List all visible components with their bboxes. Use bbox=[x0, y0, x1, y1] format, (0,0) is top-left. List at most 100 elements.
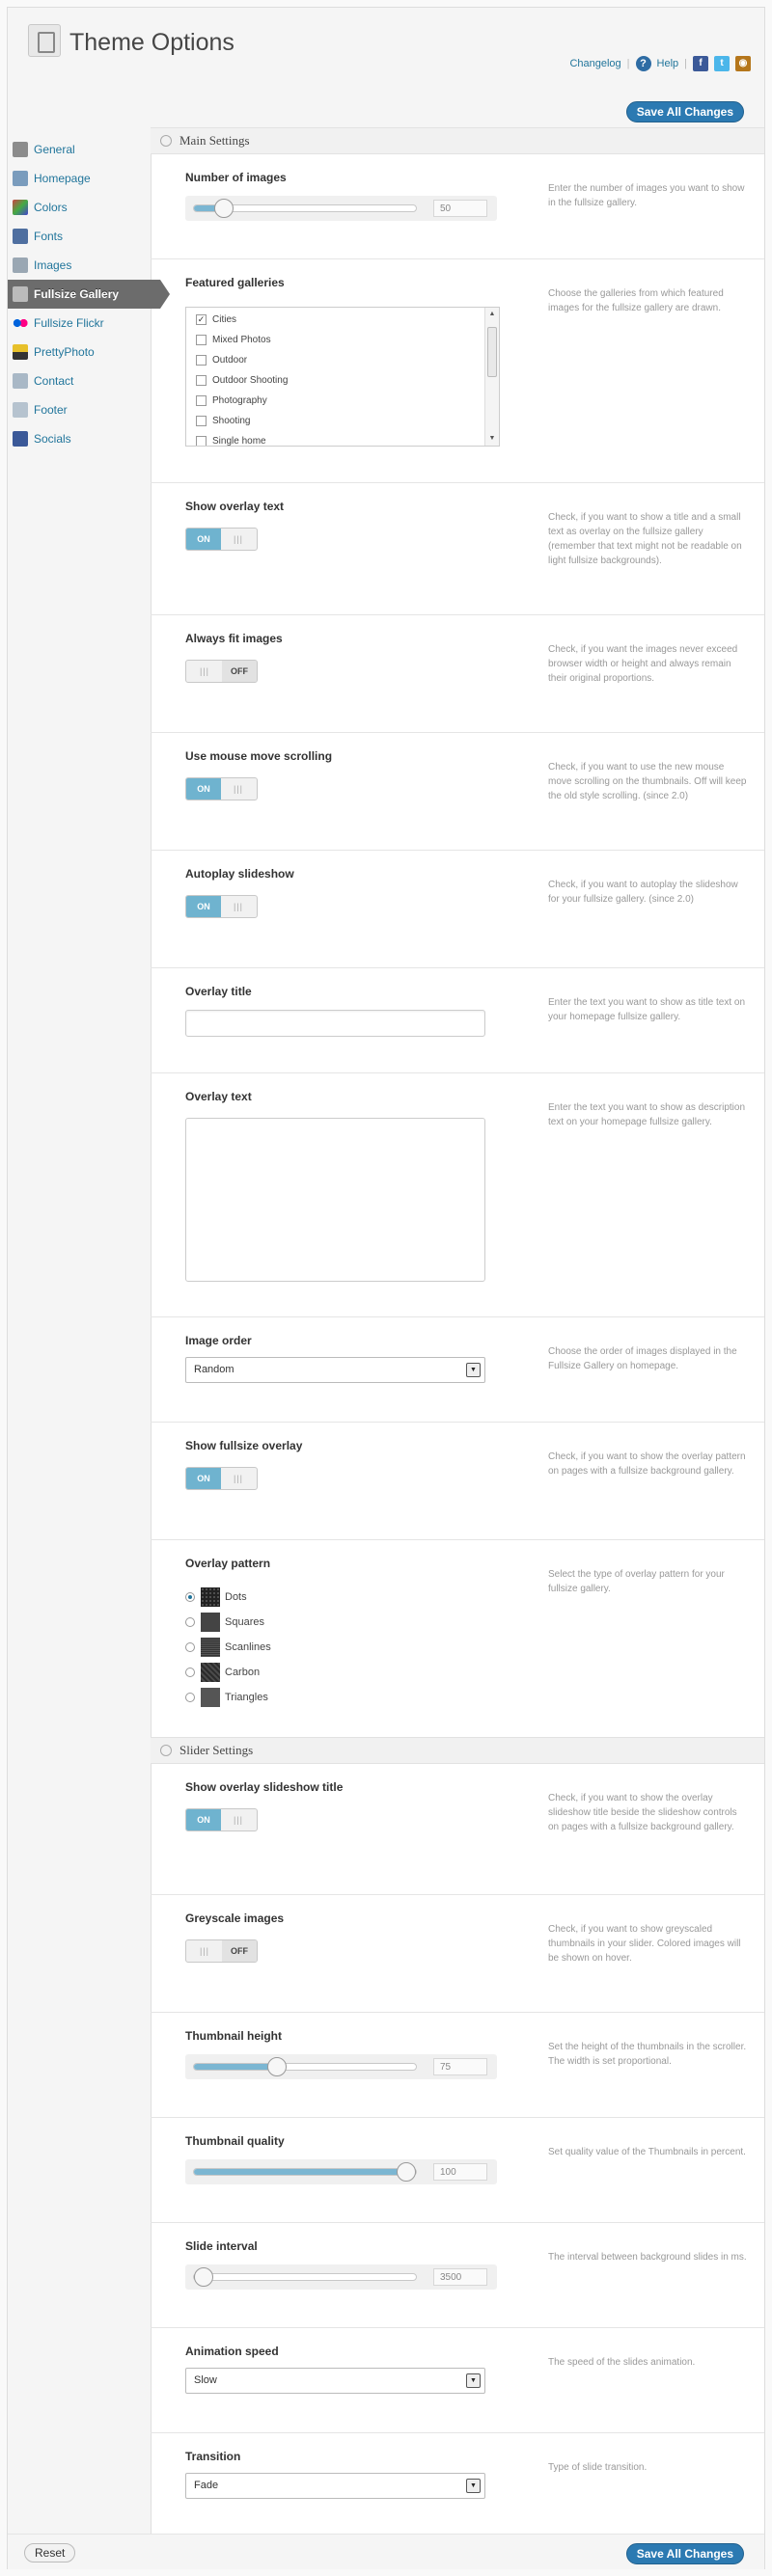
bottom-save-bar: Reset Save All Changes bbox=[8, 2534, 764, 2569]
theme-options-panel: Theme Options Changelog | ? Help | f t ◉… bbox=[7, 7, 765, 2569]
slider-value-field[interactable]: 3500 bbox=[433, 2268, 487, 2286]
sidebar-item-homepage[interactable]: Homepage bbox=[8, 164, 151, 193]
checkbox[interactable]: ✓ bbox=[196, 314, 207, 325]
gallery-checkbox-item[interactable]: ✓ Cities bbox=[186, 310, 499, 330]
gallery-checkbox-item[interactable]: Outdoor bbox=[186, 350, 499, 370]
radio-option-dots[interactable]: Dots bbox=[185, 1585, 271, 1610]
checkbox[interactable] bbox=[196, 395, 207, 406]
section-header-main-settings[interactable]: Main Settings bbox=[151, 127, 764, 154]
radio-option-squares[interactable]: Squares bbox=[185, 1610, 271, 1635]
save-all-changes-button-bottom[interactable]: Save All Changes bbox=[625, 2543, 744, 2564]
chevron-down-icon[interactable]: ▼ bbox=[466, 2373, 481, 2388]
sidebar-item-fullsize-gallery[interactable]: Fullsize Gallery bbox=[8, 280, 170, 309]
save-all-changes-button-top[interactable]: Save All Changes bbox=[625, 101, 744, 122]
featured-galleries-list[interactable]: ✓ Cities Mixed Photos Outdoor Outdoor Sho… bbox=[185, 307, 500, 447]
section-title: Slider Settings bbox=[179, 1743, 254, 1757]
gallery-checkbox-item[interactable]: Outdoor Shooting bbox=[186, 370, 499, 391]
sidebar-item-fullsize-flickr[interactable]: Fullsize Flickr bbox=[8, 309, 151, 338]
greyscale-images-toggle[interactable]: ||| OFF bbox=[185, 1939, 258, 1963]
gallery-checkbox-item[interactable]: Photography bbox=[186, 391, 499, 411]
radio-button[interactable] bbox=[185, 1592, 195, 1602]
sidebar-item-prettyphoto[interactable]: PrettyPhoto bbox=[8, 338, 151, 366]
changelog-link[interactable]: Changelog bbox=[569, 58, 620, 69]
slider-handle[interactable] bbox=[267, 2057, 287, 2076]
checkbox[interactable] bbox=[196, 416, 207, 426]
checkbox[interactable] bbox=[196, 335, 207, 345]
overlay-text-textarea[interactable] bbox=[185, 1118, 485, 1282]
sidebar-item-socials[interactable]: Socials bbox=[8, 424, 151, 453]
slider-value-field[interactable]: 100 bbox=[433, 2163, 487, 2181]
animation-speed-select[interactable]: Slow ▼ bbox=[185, 2368, 485, 2394]
list-scrollbar[interactable]: ▲ ▼ bbox=[484, 308, 499, 446]
show-overlay-text-toggle[interactable]: ON ||| bbox=[185, 528, 258, 551]
gallery-checkbox-item[interactable]: Single home bbox=[186, 431, 499, 446]
option-title: Featured galleries bbox=[185, 276, 285, 289]
thumbnail-height-slider[interactable]: 75 bbox=[185, 2054, 497, 2079]
help-link[interactable]: Help bbox=[657, 58, 679, 69]
radio-button[interactable] bbox=[185, 1668, 195, 1677]
radio-option-triangles[interactable]: Triangles bbox=[185, 1685, 271, 1710]
slider-track[interactable] bbox=[193, 2267, 417, 2287]
radio-option-scanlines[interactable]: Scanlines bbox=[185, 1635, 271, 1660]
option-always-fit-images: Always fit images ||| OFF Check, if you … bbox=[151, 615, 764, 733]
help-icon[interactable]: ? bbox=[635, 56, 651, 71]
image-order-select[interactable]: Random ▼ bbox=[185, 1357, 485, 1383]
toggle-grip: ||| bbox=[233, 1474, 243, 1483]
chevron-down-icon[interactable]: ▼ bbox=[466, 2479, 481, 2493]
option-title: Slide interval bbox=[185, 2239, 258, 2253]
slider-handle[interactable] bbox=[214, 199, 234, 218]
sidebar-item-general[interactable]: General bbox=[8, 135, 151, 164]
gallery-checkbox-item[interactable]: Shooting bbox=[186, 411, 499, 431]
section-header-slider-settings[interactable]: Slider Settings bbox=[151, 1737, 764, 1764]
option-title: Overlay text bbox=[185, 1090, 252, 1103]
chevron-down-icon[interactable]: ▼ bbox=[466, 1363, 481, 1377]
option-description: Check, if you want to show the overlay s… bbox=[548, 1793, 737, 1832]
transition-select[interactable]: Fade ▼ bbox=[185, 2473, 485, 2499]
option-title: Transition bbox=[185, 2450, 241, 2463]
radio-button[interactable] bbox=[185, 1617, 195, 1627]
gallery-checkbox-item[interactable]: Mixed Photos bbox=[186, 330, 499, 350]
option-slide-interval: Slide interval 3500 The interval between… bbox=[151, 2223, 764, 2328]
reset-button[interactable]: Reset bbox=[24, 2543, 76, 2562]
checkbox[interactable] bbox=[196, 436, 207, 446]
rss-icon[interactable]: ◉ bbox=[735, 56, 751, 71]
scroll-up-icon[interactable]: ▲ bbox=[487, 310, 497, 319]
twitter-icon[interactable]: t bbox=[714, 56, 730, 71]
radio-button[interactable] bbox=[185, 1693, 195, 1702]
toggle-on-label: ON bbox=[186, 896, 221, 917]
slider-track[interactable] bbox=[193, 199, 417, 218]
sidebar-item-contact[interactable]: Contact bbox=[8, 366, 151, 395]
sidebar-item-images[interactable]: Images bbox=[8, 251, 151, 280]
mouse-move-scrolling-toggle[interactable]: ON ||| bbox=[185, 777, 258, 800]
option-title: Show fullsize overlay bbox=[185, 1439, 303, 1452]
sidebar-item-colors[interactable]: Colors bbox=[8, 193, 151, 222]
radio-button[interactable] bbox=[185, 1642, 195, 1652]
scroll-thumb[interactable] bbox=[487, 327, 497, 377]
slider-value-field[interactable]: 50 bbox=[433, 200, 487, 217]
slider-handle[interactable] bbox=[194, 2267, 213, 2287]
toggle-grip: ||| bbox=[233, 902, 243, 911]
slider-value-field[interactable]: 75 bbox=[433, 2058, 487, 2075]
radio-option-carbon[interactable]: Carbon bbox=[185, 1660, 271, 1685]
slider-handle[interactable] bbox=[397, 2162, 416, 2182]
always-fit-images-toggle[interactable]: ||| OFF bbox=[185, 660, 258, 683]
thumbnail-quality-slider[interactable]: 100 bbox=[185, 2159, 497, 2184]
slider-track[interactable] bbox=[193, 2162, 417, 2182]
facebook-icon[interactable]: f bbox=[693, 56, 708, 71]
scroll-down-icon[interactable]: ▼ bbox=[487, 434, 497, 444]
top-save-bar: Save All Changes bbox=[8, 93, 764, 127]
radio-label: Carbon bbox=[225, 1667, 261, 1678]
checkbox[interactable] bbox=[196, 375, 207, 386]
overlay-title-input[interactable] bbox=[185, 1010, 485, 1037]
sidebar-item-fonts[interactable]: Fonts bbox=[8, 222, 151, 251]
number-of-images-slider[interactable]: 50 bbox=[185, 196, 497, 221]
link-divider: | bbox=[626, 58, 630, 69]
checkbox[interactable] bbox=[196, 355, 207, 366]
show-overlay-slideshow-title-toggle[interactable]: ON ||| bbox=[185, 1808, 258, 1831]
autoplay-slideshow-toggle[interactable]: ON ||| bbox=[185, 895, 258, 918]
slider-track[interactable] bbox=[193, 2057, 417, 2076]
slide-interval-slider[interactable]: 3500 bbox=[185, 2264, 497, 2290]
show-fullsize-overlay-toggle[interactable]: ON ||| bbox=[185, 1467, 258, 1490]
sidebar-item-footer[interactable]: Footer bbox=[8, 395, 151, 424]
page-title: Theme Options bbox=[69, 29, 234, 56]
